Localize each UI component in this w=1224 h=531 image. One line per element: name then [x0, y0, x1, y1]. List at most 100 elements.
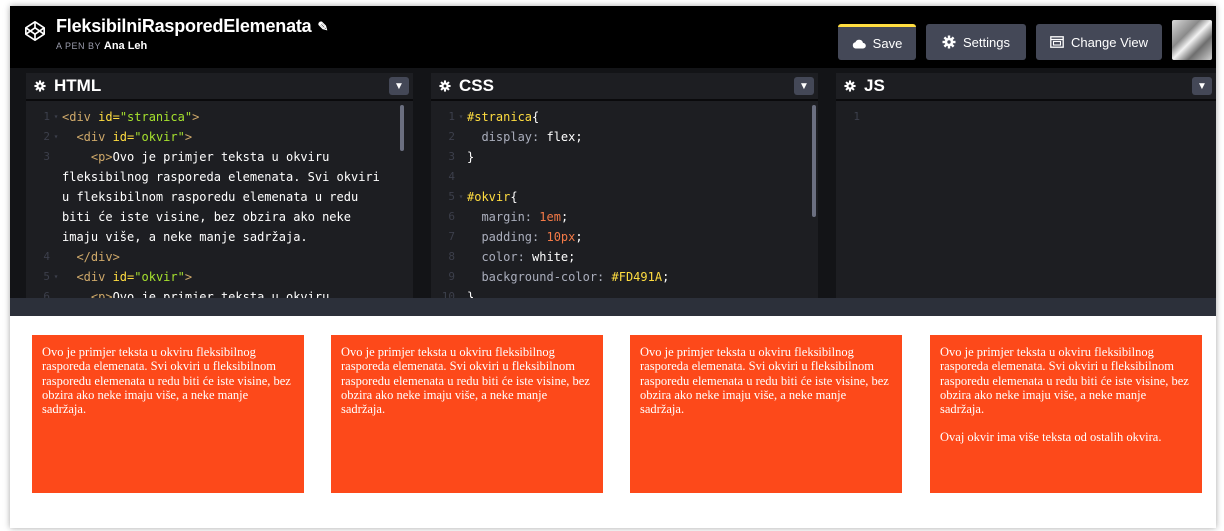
code-token: padding	[467, 230, 533, 244]
code-token: <div	[62, 270, 113, 284]
code-token: background-color	[467, 270, 598, 284]
scrollbar[interactable]	[400, 105, 404, 151]
pen-title-row: FleksibilniRasporedElemenata ✎	[56, 16, 328, 37]
code-token: color	[467, 250, 518, 264]
code-token: margin	[467, 210, 525, 224]
code-token: ;	[575, 130, 583, 144]
code-token: id=	[98, 110, 120, 124]
code-line: 2 ▾ <div id="okvir">	[43, 130, 193, 144]
css-editor: CSS ▼ 1 ▾ #stranica{ 2 display: flex; 3} 4…	[431, 73, 818, 305]
code-line: u fleksibilnom rasporedu elemenata u red…	[26, 187, 413, 207]
html-editor-header: HTML ▼	[26, 73, 413, 99]
avatar[interactable]	[1172, 20, 1212, 60]
css-code[interactable]: 1 ▾ #stranica{ 2 display: flex; 3} 4 5 ▾ #ok…	[431, 99, 818, 305]
preview-pane: Ovo je primjer teksta u okviru fleksibil…	[10, 316, 1216, 528]
code-token: ;	[568, 250, 576, 264]
js-editor-tab[interactable]: JS	[836, 73, 895, 99]
save-button[interactable]: Save	[838, 24, 916, 60]
code-token: {	[532, 110, 540, 124]
byline-prefix: A PEN BY	[56, 41, 101, 51]
byline: A PEN BY Ana Leh	[56, 40, 328, 52]
code-token: display	[467, 130, 533, 144]
html-editor-tab[interactable]: HTML	[26, 73, 112, 99]
pen-title[interactable]: FleksibilniRasporedElemenata	[56, 16, 312, 37]
code-line: 9 background-color: #FD491A;	[448, 270, 670, 284]
save-label: Save	[872, 36, 903, 51]
change-view-button[interactable]: Change View	[1036, 24, 1162, 60]
code-token: }	[467, 150, 475, 164]
preview-box: Ovo je primjer teksta u okviru fleksibil…	[930, 335, 1202, 493]
html-code[interactable]: 1 ▾ <div id="stranica"> 2 ▾ <div id="okvir"…	[26, 99, 413, 305]
code-line: 4	[448, 170, 455, 183]
js-editor-header: JS ▼	[836, 73, 1216, 99]
code-token: <div	[62, 110, 99, 124]
settings-button[interactable]: Settings	[926, 24, 1026, 60]
code-token: white	[532, 250, 569, 264]
code-token: "stranica"	[119, 110, 193, 124]
code-line: biti će iste visine, bez obzira ako neke	[26, 207, 413, 227]
code-token: :	[597, 270, 612, 284]
js-editor: JS ▼ 1	[836, 73, 1216, 305]
code-line: fleksibilnog rasporeda elemenata. Svi ok…	[26, 167, 413, 187]
code-token: 10px	[546, 230, 576, 244]
code-token: <div	[62, 130, 113, 144]
code-line: 5 ▾ <div id="okvir">	[43, 270, 193, 284]
gear-icon[interactable]	[844, 80, 856, 92]
html-editor-title: HTML	[54, 76, 102, 95]
scrollbar[interactable]	[812, 105, 816, 217]
chevron-down-icon[interactable]: ▼	[794, 77, 814, 95]
code-line: 6 margin: 1em;	[448, 210, 569, 224]
css-editor-header: CSS ▼	[431, 73, 818, 99]
editor-area: HTML ▼ 1 ▾ <div id="stranica"> 2 ▾ <div id=…	[10, 68, 1216, 316]
code-token: ;	[560, 210, 569, 224]
box-text: Ovo je primjer teksta u okviru fleksibil…	[940, 345, 1189, 417]
css-editor-tab[interactable]: CSS	[431, 73, 504, 99]
chevron-down-icon[interactable]: ▼	[389, 77, 409, 95]
code-line: 3}	[431, 147, 818, 167]
code-token: :	[517, 250, 533, 264]
codepen-window: FleksibilniRasporedElemenata ✎ A PEN BY …	[10, 6, 1216, 528]
layout-icon	[1050, 36, 1064, 48]
author-link[interactable]: Ana Leh	[104, 40, 147, 52]
code-token: ;	[662, 270, 670, 284]
preview-box: Ovo je primjer teksta u okviru fleksibil…	[331, 335, 603, 493]
gear-icon[interactable]	[34, 80, 46, 92]
preview-box: Ovo je primjer teksta u okviru fleksibil…	[630, 335, 902, 493]
code-token: :	[524, 210, 540, 224]
code-token: :	[532, 130, 547, 144]
code-token: >	[184, 130, 193, 144]
code-token: ;	[575, 230, 583, 244]
header: FleksibilniRasporedElemenata ✎ A PEN BY …	[10, 6, 1216, 68]
cloud-icon	[852, 39, 866, 48]
line-number: 1	[853, 110, 860, 123]
change-view-label: Change View	[1070, 34, 1149, 50]
code-line: imaju više, a neke manje sadržaja.	[26, 227, 413, 247]
code-line: 5 ▾ #okvir{	[448, 190, 518, 204]
gear-icon[interactable]	[439, 80, 451, 92]
code-token: <p>	[62, 150, 113, 164]
code-token: biti će iste visine, bez obzira ako neke	[62, 210, 351, 224]
box-text: Ovo je primjer teksta u okviru fleksibil…	[341, 345, 590, 417]
box-text: Ovo je primjer teksta u okviru fleksibil…	[42, 345, 291, 417]
code-line: 1 ▾ #stranica{	[448, 110, 540, 124]
code-line: 1	[836, 107, 1216, 127]
resize-bar[interactable]	[10, 298, 1216, 316]
code-token: "okvir"	[134, 130, 185, 144]
code-token: id=	[112, 130, 135, 144]
js-code[interactable]: 1	[836, 99, 1216, 305]
pencil-icon[interactable]: ✎	[318, 19, 329, 35]
css-editor-title: CSS	[459, 76, 494, 95]
code-token: {	[510, 190, 518, 204]
code-token: >	[184, 270, 193, 284]
code-token: #FD491A	[611, 270, 663, 284]
code-token: fleksibilnog rasporeda elemenata. Svi ok…	[62, 170, 380, 184]
html-editor: HTML ▼ 1 ▾ <div id="stranica"> 2 ▾ <div id=…	[26, 73, 413, 305]
code-token: </div>	[62, 250, 120, 264]
box-text-extra: Ovaj okvir ima više teksta od ostalih ok…	[940, 430, 1162, 445]
preview-box: Ovo je primjer teksta u okviru fleksibil…	[32, 335, 304, 493]
code-token: imaju više, a neke manje sadržaja.	[62, 230, 308, 244]
codepen-logo-icon[interactable]	[24, 20, 46, 42]
code-line: 8 color: white;	[448, 250, 576, 264]
code-token: Ovo je primjer teksta u okviru	[112, 150, 330, 164]
chevron-down-icon[interactable]: ▼	[1192, 77, 1212, 95]
